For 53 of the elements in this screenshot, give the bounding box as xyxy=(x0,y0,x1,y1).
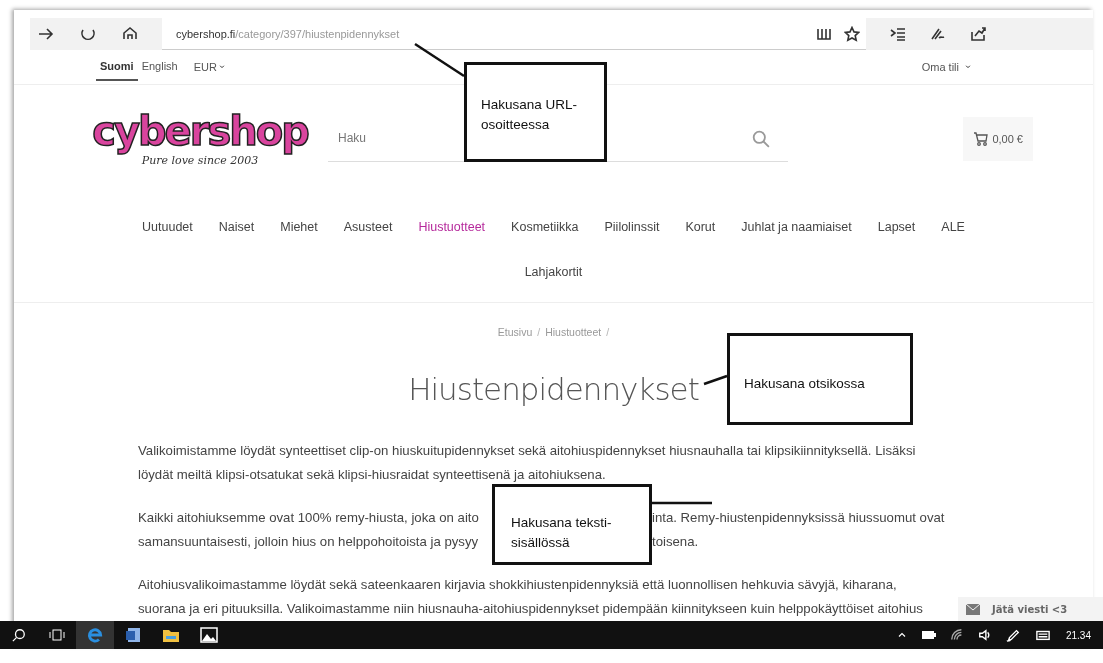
url-text: cybershop.fi/category/397/hiustenpidennykset xyxy=(176,27,400,40)
nav-link[interactable]: Lapset xyxy=(877,220,916,234)
nav-link[interactable]: Piilolinssit xyxy=(604,220,660,234)
leader-line xyxy=(652,501,712,505)
leader-line xyxy=(414,42,465,78)
body-text: Valikoimistamme löydät synteettiset clip-on hiuskuitupidennykset sekä aitohiuspidennykset hiusnauhalla tai klipsikiinnityksellä. Lisäksi xyxy=(138,442,916,460)
forward-arrow-icon[interactable] xyxy=(38,26,54,42)
body-text: inta. Remy-hiustenpidennyksissä hiussuomut ovat xyxy=(652,509,945,527)
page-title: Hiustenpidennykset xyxy=(408,371,699,407)
pen-icon[interactable] xyxy=(1005,628,1020,642)
nav-link[interactable]: Korut xyxy=(685,220,716,234)
body-text: samansuuntaisesti, jolloin hius on helppohoitoista ja pysyy xyxy=(138,533,479,551)
volume-icon[interactable] xyxy=(977,628,992,642)
nav-link[interactable]: Kosmetiikka xyxy=(511,220,579,234)
leader-line xyxy=(703,374,728,386)
wifi-icon[interactable] xyxy=(949,628,964,642)
home-icon[interactable] xyxy=(122,26,138,42)
nav-link[interactable]: Juhlat ja naamiaiset xyxy=(741,220,852,234)
cart-button[interactable]: 0,00 € xyxy=(963,116,1033,161)
battery-icon[interactable] xyxy=(921,630,936,640)
nav-link[interactable]: Lahjakortit xyxy=(524,265,583,279)
body-text: suorana ja eri pituuksilla. Valikoimastamme niin hiusnauha-aitohiuspidennykset pidempään kiinnitykseen kuin helppokäyttöiset aitohius xyxy=(138,600,923,618)
keyboard-icon[interactable] xyxy=(1033,628,1052,642)
breadcrumb-separator: / xyxy=(606,326,610,338)
chat-button[interactable]: Jätä viesti <3 xyxy=(958,597,1103,621)
annotation-callout: Hakusana URL-osoitteessa xyxy=(464,62,607,162)
nav-link[interactable]: Hiustuotteet xyxy=(418,220,486,234)
star-icon[interactable] xyxy=(844,26,860,42)
annotation-callout: Hakusana otsikossa xyxy=(727,333,913,425)
nav-link[interactable]: Uutuudet xyxy=(142,220,193,234)
language-link[interactable]: English xyxy=(137,53,182,81)
nav-link[interactable]: Miehet xyxy=(280,220,318,234)
cart-icon xyxy=(973,130,990,147)
nav-link[interactable]: Naiset xyxy=(218,220,255,234)
nav-link[interactable]: Asusteet xyxy=(343,220,393,234)
account-menu[interactable]: Oma tili xyxy=(921,61,959,73)
currency-selector[interactable]: EUR xyxy=(193,61,217,73)
book-icon[interactable] xyxy=(816,26,832,42)
body-text: Aitohiusvalikoimastamme löydät sekä sateenkaaren kirjavia shokkihiustenpidennyksiä että luonnollisen hehkuvia sävyjä, kiharana, xyxy=(138,576,897,594)
favorites-list-icon[interactable] xyxy=(890,26,906,42)
browser-icon[interactable] xyxy=(76,621,114,649)
logo[interactable]: cybershop Pure love since 2003 xyxy=(94,104,306,173)
pen-icon[interactable] xyxy=(930,26,946,42)
language-link[interactable]: Suomi xyxy=(96,53,138,81)
body-text: toisena. xyxy=(652,533,699,551)
envelope-icon xyxy=(966,603,980,615)
annotation-callout: Hakusana teksti-sisällössä xyxy=(492,484,652,565)
body-text: Kaikki aitohiuksemme ovat 100% remy-hiusta, joka on aito xyxy=(138,509,479,527)
breadcrumb-separator: / xyxy=(537,326,541,338)
body-text: löydät meiltä klipsi-otsatukat sekä klipsi-hiusraidat synteettisenä ja aitohiuksena. xyxy=(138,466,606,484)
share-icon[interactable] xyxy=(970,26,986,42)
nav-link[interactable]: ALE xyxy=(941,220,965,234)
clock-time: 21.34 xyxy=(1065,629,1091,641)
